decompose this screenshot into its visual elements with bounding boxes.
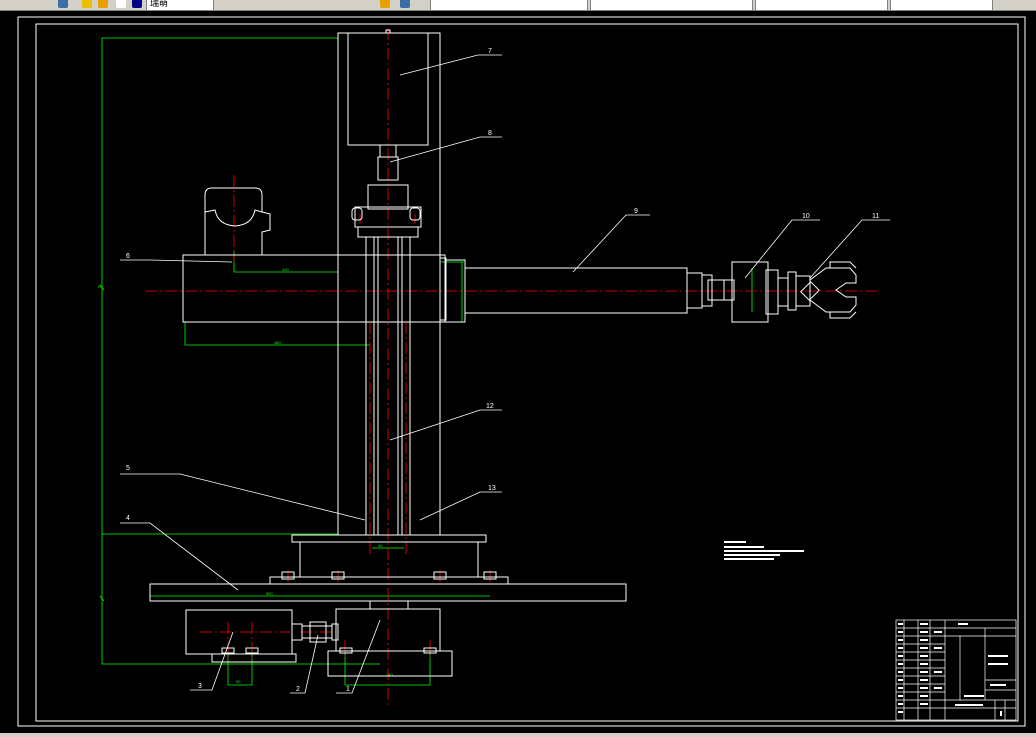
anchor-bolts — [281, 571, 497, 580]
layer-icon[interactable] — [58, 0, 68, 8]
svg-text:420: 420 — [282, 267, 289, 272]
arm-housing — [182, 254, 446, 323]
vertical-column — [337, 32, 441, 536]
leader-lines — [120, 54, 890, 694]
callout-12: 12 — [486, 403, 494, 410]
technical-notes — [724, 541, 804, 560]
drawing-frame — [35, 23, 1019, 722]
layer-previous-icon[interactable] — [380, 0, 390, 8]
callout-3: 3 — [198, 683, 202, 690]
layer-name-field[interactable]: 瑞萌 — [146, 0, 214, 10]
dimension-values: 420 480 850 90 240 40 R — [98, 267, 393, 684]
callout-11: 11 — [872, 213, 879, 220]
drawing-canvas[interactable]: 420 480 850 90 240 40 R 7 8 9 10 11 12 1… — [0, 11, 1036, 733]
color-swatch-icon[interactable] — [132, 0, 142, 8]
sun-icon[interactable] — [98, 0, 108, 8]
callout-5: 5 — [126, 465, 130, 472]
column-base-flange — [291, 534, 487, 543]
title-block-text — [898, 623, 1008, 716]
lightbulb-icon[interactable] — [82, 0, 92, 8]
svg-text:R: R — [98, 284, 101, 289]
callout-2: 2 — [296, 686, 300, 693]
wrist-rotator — [731, 261, 769, 323]
layer-state-icon[interactable] — [400, 0, 410, 8]
linetype-control-dropdown[interactable] — [590, 0, 753, 10]
callout-9: 9 — [634, 208, 638, 215]
top-toolbar: 瑞萌 — [0, 0, 1036, 11]
telescopic-arm — [464, 267, 688, 314]
assembly-parts — [149, 29, 857, 677]
svg-text:40: 40 — [378, 543, 383, 548]
sheet-border — [17, 16, 1026, 727]
mechanical-drawing: 420 480 850 90 240 40 R 7 8 9 10 11 12 1… — [17, 16, 1026, 727]
callout-13: 13 — [488, 485, 496, 492]
svg-text:480: 480 — [274, 340, 281, 345]
callout-8: 8 — [488, 130, 492, 137]
gripper — [787, 261, 857, 319]
callout-6: 6 — [126, 253, 130, 260]
callout-4: 4 — [126, 515, 130, 522]
callout-10: 10 — [802, 213, 810, 220]
callout-1: 1 — [346, 686, 350, 693]
arm-motor — [204, 187, 271, 255]
svg-text:850: 850 — [266, 591, 273, 596]
lineweight-control-dropdown[interactable] — [755, 0, 888, 10]
lock-icon[interactable] — [116, 0, 126, 8]
plotstyle-control-dropdown[interactable] — [890, 0, 993, 10]
overall-dimensions — [99, 37, 753, 686]
centerlines — [145, 28, 880, 705]
svg-text:90: 90 — [236, 679, 241, 684]
color-control-dropdown[interactable] — [430, 0, 588, 10]
status-bar — [0, 733, 1036, 737]
callout-7: 7 — [488, 48, 492, 55]
